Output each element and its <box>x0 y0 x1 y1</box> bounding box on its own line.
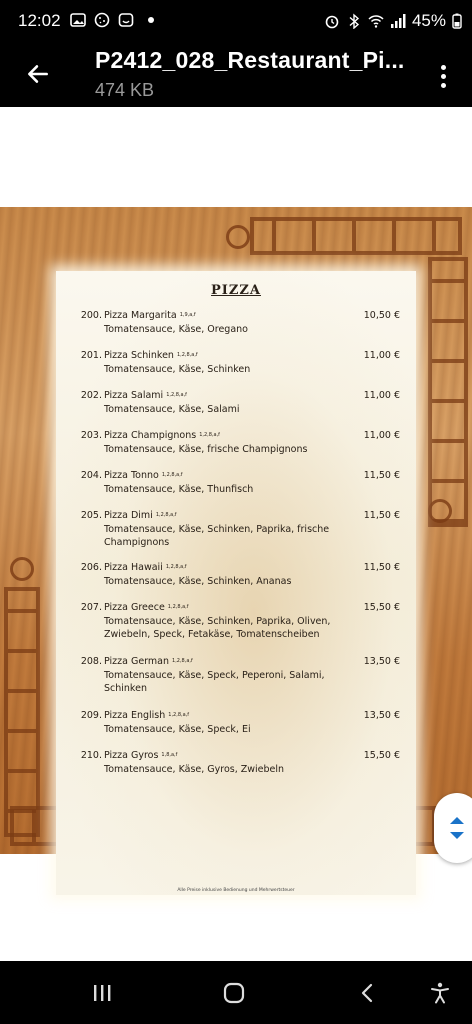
chevron-left-icon <box>361 983 373 1003</box>
back-nav-button[interactable] <box>348 977 388 1009</box>
battery-percent: 45% <box>411 11 446 30</box>
item-name: Pizza Hawaii 1,2,8,a,f <box>104 562 187 573</box>
home-button[interactable] <box>214 977 254 1009</box>
item-number: 208. <box>80 656 102 667</box>
item-name: Pizza Dimi 1,2,8,a,f <box>104 510 177 521</box>
item-number: 201. <box>80 350 102 361</box>
item-description: Tomatensauce, Käse, Gyros, Zwiebeln <box>104 763 285 775</box>
item-name: Pizza English 1,2,8,a,f <box>104 710 190 721</box>
item-description: Tomatensauce, Käse, Speck, Peperoni, Sal… <box>104 669 325 695</box>
accessibility-icon <box>431 982 449 1004</box>
ornament-icon <box>226 225 250 249</box>
item-number: 203. <box>80 430 102 441</box>
item-allergens: 1,2,8,a,f <box>167 604 189 610</box>
item-name: Pizza Greece 1,2,8,a,f <box>104 602 189 613</box>
app-bar: P2412_028_Restaurant_Pi... 474 KB <box>0 44 472 107</box>
status-time: 12:02 <box>18 11 61 30</box>
scroll-handle[interactable] <box>434 793 472 863</box>
item-price: 11,50 € <box>363 470 400 481</box>
item-description: Tomatensauce, Käse, frische Champignons <box>104 443 308 455</box>
accessibility-button[interactable] <box>420 977 460 1009</box>
item-description: Tomatensauce, Käse, Speck, Ei <box>104 723 251 735</box>
item-number: 200. <box>80 310 102 321</box>
system-indicators: 45% <box>324 11 462 31</box>
gallery-icon <box>70 13 86 27</box>
item-price: 15,50 € <box>363 750 400 761</box>
item-name: Pizza German 1,2,8,a,f <box>104 656 193 667</box>
item-number: 202. <box>80 390 102 401</box>
ornament-icon <box>10 557 34 581</box>
item-price: 11,00 € <box>363 350 400 361</box>
battery-icon <box>452 13 462 29</box>
alarm-icon <box>325 15 339 29</box>
bluetooth-icon <box>349 13 360 29</box>
item-price: 11,50 € <box>363 562 400 573</box>
notification-icons <box>70 12 154 28</box>
status-bar: 12:02 45% <box>0 0 472 44</box>
arrow-left-icon <box>28 65 48 83</box>
file-size: 474 KB <box>95 80 155 100</box>
item-allergens: 1,2,8,a,f <box>168 712 190 718</box>
item-description: Tomatensauce, Käse, Schinken, Paprika, O… <box>104 615 331 641</box>
item-price: 11,00 € <box>363 390 400 401</box>
menu-title: PIZZA <box>211 283 261 298</box>
home-icon <box>223 982 245 1004</box>
image-viewer[interactable]: PIZZA 200. Pizza Margarita 1,9,a,f 10,50 € T… <box>0 107 472 961</box>
more-vert-icon <box>440 64 446 70</box>
item-allergens: 1,2,8,a,f <box>166 392 187 398</box>
menu-footnote: Alle Preise inklusive Bedienung und Mehr… <box>177 888 295 893</box>
item-description: Tomatensauce, Käse, Thunfisch <box>104 483 254 495</box>
item-number: 209. <box>80 710 102 721</box>
item-name: Pizza Gyros 1,8,a,f <box>104 750 178 761</box>
file-title: P2412_028_Restaurant_Pi... <box>95 47 405 73</box>
recent-apps-button[interactable] <box>82 977 122 1009</box>
item-allergens: 1,2,8,a,f <box>161 472 183 478</box>
back-button[interactable] <box>18 54 58 94</box>
item-allergens: 1,2,8,a,f <box>155 512 177 518</box>
item-price: 10,50 € <box>363 310 400 321</box>
item-name: Pizza Salami 1,2,8,a,f <box>104 390 187 401</box>
item-number: 207. <box>80 602 102 613</box>
recents-icon <box>94 985 111 1001</box>
item-description: Tomatensauce, Käse, Salami <box>104 403 240 415</box>
notification-dot <box>148 17 154 23</box>
item-allergens: 1,9,a,f <box>179 312 196 318</box>
item-allergens: 1,2,8,a,f <box>199 432 220 438</box>
item-description: Tomatensauce, Käse, Schinken, Ananas <box>104 575 292 587</box>
meander-border-top <box>250 217 462 255</box>
item-number: 205. <box>80 510 102 521</box>
item-number: 210. <box>80 750 102 761</box>
item-price: 11,00 € <box>363 430 400 441</box>
item-description: Tomatensauce, Käse, Schinken <box>104 363 251 375</box>
signal-icon <box>390 14 406 28</box>
navigation-bar <box>0 961 472 1024</box>
more-options-button[interactable] <box>428 56 458 96</box>
item-name: Pizza Tonno 1,2,8,a,f <box>104 470 183 481</box>
item-name: Pizza Schinken 1,2,8,a,f <box>104 350 198 361</box>
item-price: 15,50 € <box>363 602 400 613</box>
item-price: 11,50 € <box>363 510 400 521</box>
menu-paper: PIZZA 200. Pizza Margarita 1,9,a,f 10,50 € T… <box>56 271 416 895</box>
item-allergens: 1,2,8,a,f <box>172 658 193 664</box>
item-price: 13,50 € <box>363 656 400 667</box>
item-description: Tomatensauce, Käse, Schinken, Paprika, f… <box>104 523 330 549</box>
wifi-icon <box>368 15 384 28</box>
item-allergens: 1,2,8,a,f <box>165 564 187 570</box>
meander-border-right <box>428 257 468 527</box>
scroll-updown-icon <box>450 817 464 839</box>
smiley-box-icon <box>118 13 134 27</box>
item-name: Pizza Champignons 1,2,8,a,f <box>104 430 220 441</box>
item-number: 206. <box>80 562 102 573</box>
ornament-icon <box>428 499 452 523</box>
item-name: Pizza Margarita 1,9,a,f <box>104 310 196 321</box>
item-allergens: 1,8,a,f <box>161 752 178 758</box>
item-price: 13,50 € <box>363 710 400 721</box>
item-description: Tomatensauce, Käse, Oregano <box>104 323 248 335</box>
item-number: 204. <box>80 470 102 481</box>
item-allergens: 1,2,8,a,f <box>176 352 198 358</box>
cookie-icon <box>94 12 110 28</box>
meander-border-left <box>4 587 40 837</box>
